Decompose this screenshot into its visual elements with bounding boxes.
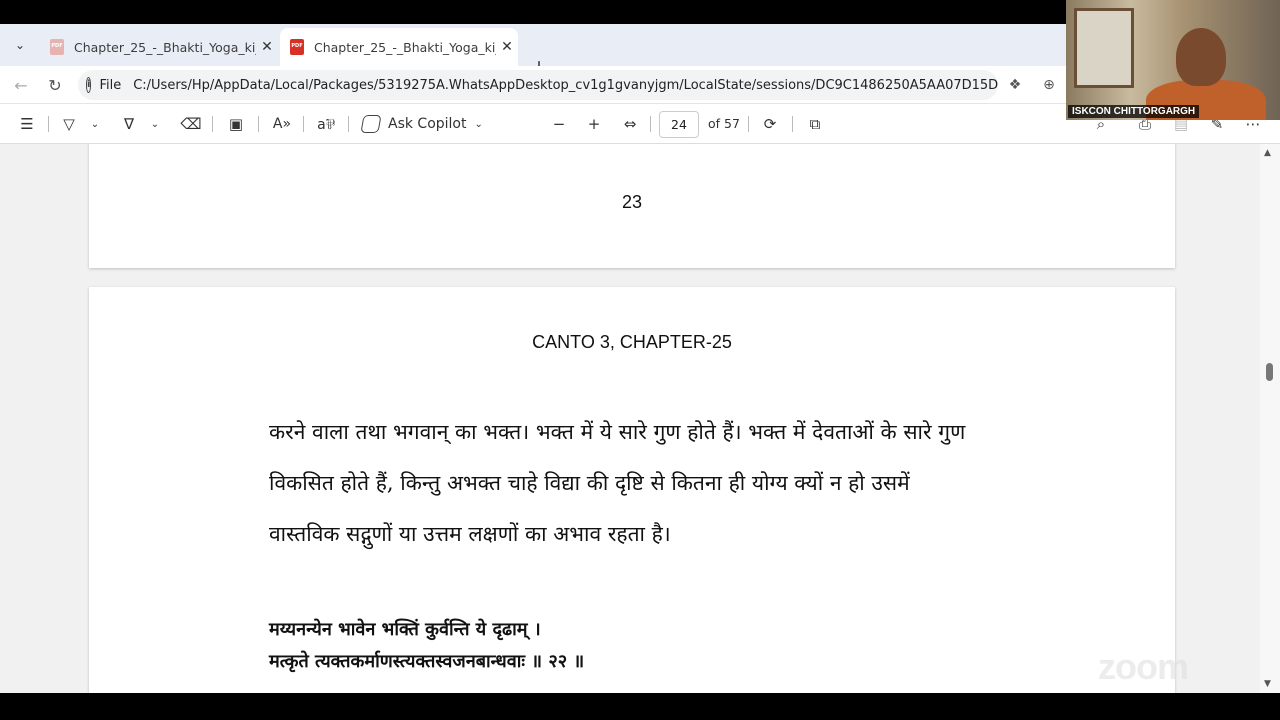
read-aloud-icon[interactable]: A»	[270, 113, 294, 135]
ask-copilot-button[interactable]: Ask Copilot ⌄	[360, 112, 483, 136]
separator	[303, 116, 304, 132]
fit-width-icon[interactable]: ⇔	[619, 113, 641, 135]
paragraph-line: करने वाला तथा भगवान् का भक्त। भक्त में य…	[269, 420, 966, 444]
contents-icon[interactable]: ☰	[16, 113, 38, 135]
page-count: of 57	[708, 116, 740, 131]
close-tab-icon[interactable]: ✕	[256, 39, 278, 55]
separator	[748, 116, 749, 132]
reload-icon[interactable]: ↻	[42, 72, 68, 98]
info-icon[interactable]: i	[86, 77, 92, 93]
verse-line: मय्यनन्येन भावेन भक्तिं कुर्वन्ति ये दृढ…	[269, 619, 541, 640]
draw-icon[interactable]: ∇	[118, 113, 140, 135]
pdf-viewer[interactable]: 23 CANTO 3, CHAPTER-25 करने वाला तथा भगव…	[0, 144, 1280, 693]
highlight-icon[interactable]: ▽	[58, 113, 80, 135]
tab-title: Chapter_25_-_Bhakti_Yoga_ki_Mah	[74, 39, 256, 55]
background-window	[1074, 8, 1134, 88]
page-view-icon[interactable]: ⧉	[804, 113, 826, 135]
back-icon[interactable]: ←	[8, 72, 34, 98]
separator	[212, 116, 213, 132]
pdf-icon	[50, 39, 64, 55]
page-header: CANTO 3, CHAPTER-25	[532, 332, 732, 352]
separator	[348, 116, 349, 132]
tab-active[interactable]: Chapter_25_-_Bhakti_Yoga_ki_Mah ✕	[280, 28, 518, 66]
scroll-thumb[interactable]	[1266, 363, 1273, 381]
copilot-icon[interactable]: ❖	[1004, 74, 1026, 96]
zoom-icon[interactable]: ⊕	[1038, 74, 1060, 96]
separator	[48, 116, 49, 132]
pdf-page-previous: 23	[89, 144, 1175, 268]
separator	[792, 116, 793, 132]
page-number-input[interactable]: 24	[659, 111, 699, 138]
text-box-icon[interactable]: ▣	[225, 113, 247, 135]
chevron-down-icon[interactable]: ⌄	[148, 113, 162, 135]
separator	[258, 116, 259, 132]
copilot-icon	[360, 115, 382, 133]
chevron-down-icon: ⌄	[474, 118, 483, 130]
vertical-scrollbar[interactable]: ▲ ▼	[1260, 144, 1280, 693]
bottom-bar	[0, 693, 1280, 720]
close-tab-icon[interactable]: ✕	[496, 39, 518, 55]
url-field[interactable]: i File C:/Users/Hp/AppData/Local/Package…	[78, 70, 998, 100]
tab-inactive[interactable]: Chapter_25_-_Bhakti_Yoga_ki_Mah ✕	[40, 28, 278, 66]
sanskrit-verse: मय्यनन्येन भावेन भक्तिं कुर्वन्ति ये दृढ…	[269, 617, 869, 681]
url-text: C:/Users/Hp/AppData/Local/Packages/53192…	[133, 77, 998, 93]
verse-line: मत्कृते त्यक्तकर्माणस्त्यक्तस्वजनबान्धवा…	[269, 651, 585, 672]
ask-copilot-label: Ask Copilot	[388, 116, 467, 132]
scroll-up-icon[interactable]: ▲	[1264, 148, 1271, 158]
pdf-page-current: CANTO 3, CHAPTER-25 करने वाला तथा भगवान्…	[89, 287, 1175, 693]
chevron-down-icon[interactable]: ⌄	[88, 113, 102, 135]
participant-video[interactable]: ISKCON CHITTORGARGH	[1066, 0, 1280, 120]
eraser-icon[interactable]: ⌫	[180, 113, 202, 135]
commentary-paragraph: करने वाला तथा भगवान् का भक्त। भक्त में य…	[269, 407, 983, 560]
screen: ⌄ Chapter_25_-_Bhakti_Yoga_ki_Mah ✕ Chap…	[0, 0, 1280, 720]
separator	[650, 116, 651, 132]
zoom-out-icon[interactable]: −	[548, 113, 570, 135]
tab-actions-chevron-icon[interactable]: ⌄	[6, 33, 34, 57]
scroll-down-icon[interactable]: ▼	[1264, 679, 1271, 689]
pdf-icon	[290, 39, 304, 55]
paragraph-line: विकसित होते हैं, किन्तु अभक्त चाहे विद्य…	[269, 471, 910, 495]
zoom-in-icon[interactable]: +	[583, 113, 605, 135]
participant-avatar	[1176, 28, 1226, 86]
address-bar: ← ↻ i File C:/Users/Hp/AppData/Local/Pac…	[0, 66, 1066, 104]
tab-bar: ⌄ Chapter_25_-_Bhakti_Yoga_ki_Mah ✕ Chap…	[0, 24, 1066, 79]
page-number-footer: 23	[621, 192, 643, 212]
zoom-watermark: zoom	[1098, 646, 1189, 687]
scheme-label: File	[99, 77, 122, 93]
paragraph-line: वास्तविक सद्गुणों या उत्तम लक्षणों का अभ…	[269, 522, 671, 546]
tab-title: Chapter_25_-_Bhakti_Yoga_ki_Mah	[314, 39, 496, 55]
participant-name: ISKCON CHITTORGARGH	[1068, 105, 1200, 118]
rotate-icon[interactable]: ⟳	[759, 113, 781, 135]
translate-icon[interactable]: a⅌	[314, 113, 338, 135]
